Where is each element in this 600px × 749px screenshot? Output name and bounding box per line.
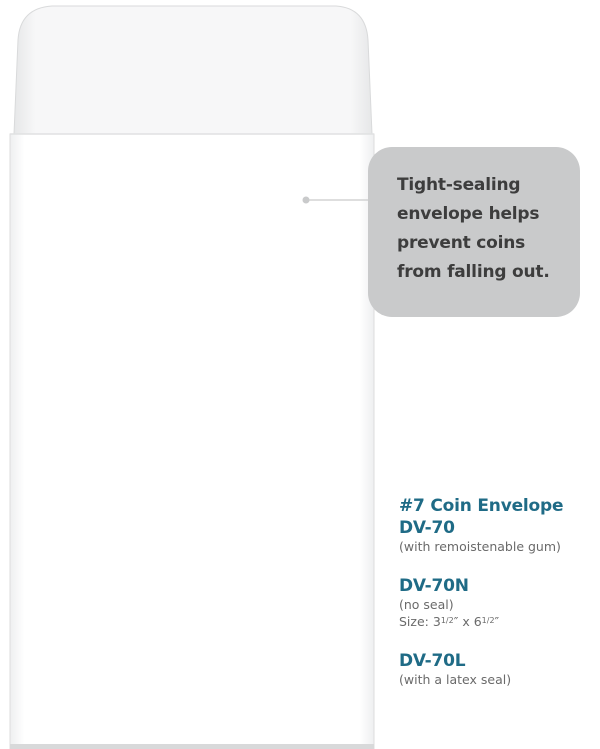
size-label: Size: — [399, 614, 429, 629]
size-separator: ″ x — [453, 614, 474, 629]
product-size: Size: 31/2″ x 61/2″ — [399, 613, 600, 630]
callout-bubble: Tight-sealing envelope helps prevent coi… — [368, 147, 580, 317]
callout-connector — [302, 196, 372, 204]
product-note-dv-70n: (no seal) — [399, 597, 454, 612]
product-dv-70n: DV-70N (no seal) Size: 31/2″ x 61/2″ — [399, 575, 600, 630]
size-frac-1: 1/2 — [440, 616, 454, 625]
product-code-dv-70: DV-70 — [399, 518, 455, 538]
size-whole-1: 3 — [432, 614, 441, 629]
product-code-dv-70l: DV-70L — [399, 651, 466, 671]
size-frac-2: 1/2 — [481, 616, 495, 625]
product-details: #7 Coin Envelope DV-70 (with remoistenab… — [399, 495, 600, 708]
size-end: ″ — [494, 614, 500, 629]
size-whole-2: 6 — [473, 614, 482, 629]
product-title: #7 Coin Envelope — [399, 496, 564, 516]
coin-envelope-illustration — [0, 0, 380, 749]
product-dv-70: #7 Coin Envelope DV-70 (with remoistenab… — [399, 495, 600, 555]
product-dv-70l: DV-70L (with a latex seal) — [399, 650, 600, 688]
product-note-dv-70l: (with a latex seal) — [399, 672, 512, 687]
product-note-dv-70: (with remoistenable gum) — [399, 539, 561, 554]
product-code-dv-70n: DV-70N — [399, 576, 469, 596]
callout-text: Tight-sealing envelope helps prevent coi… — [397, 175, 550, 282]
